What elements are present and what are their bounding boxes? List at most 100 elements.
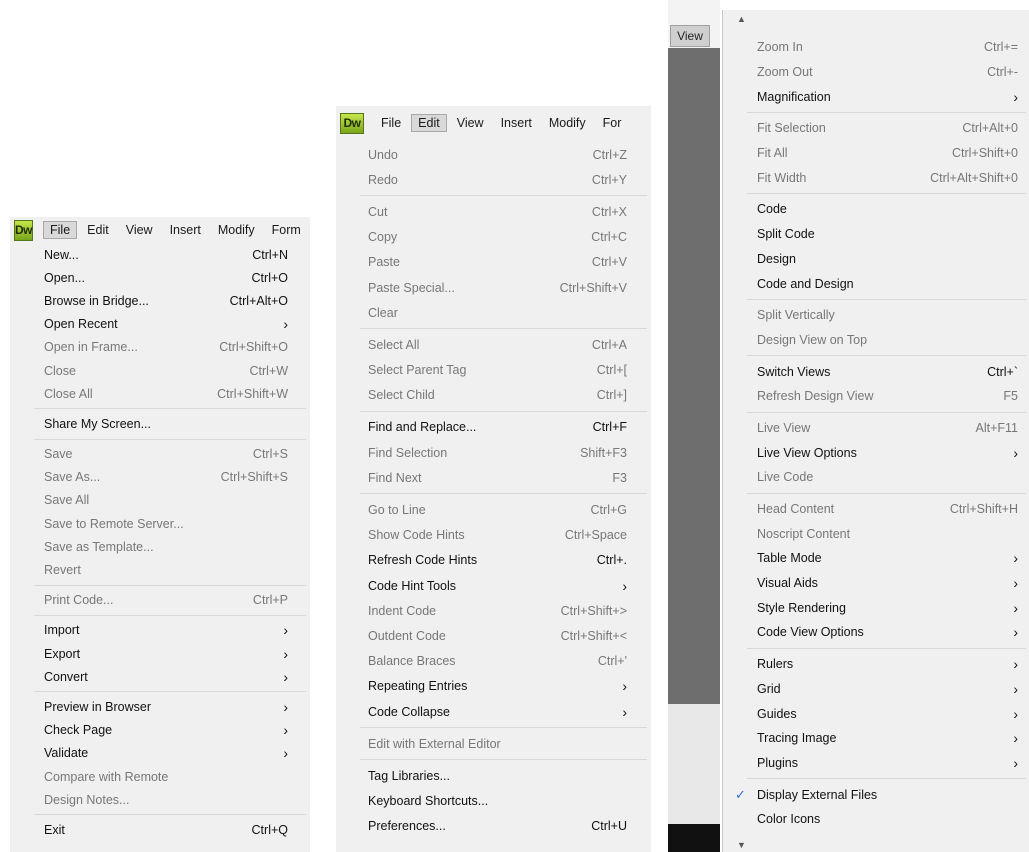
menu-item-table-mode[interactable]: Table Mode ›	[723, 546, 1029, 571]
menu-item-label: Select All	[368, 337, 420, 352]
menu-item-tag-libraries[interactable]: Tag Libraries...	[336, 763, 651, 788]
view-menubar-item[interactable]: View	[670, 25, 710, 47]
menu-item-select-all[interactable]: Select All Ctrl+A	[336, 332, 651, 357]
menu-item-preview-in-browser[interactable]: Preview in Browser ›	[10, 695, 310, 718]
menu-item-plugins[interactable]: Plugins ›	[723, 751, 1029, 776]
menu-item-noscript-content[interactable]: Noscript Content	[723, 521, 1029, 546]
menubar-item-file[interactable]: File	[374, 114, 408, 132]
menu-item-export[interactable]: Export ›	[10, 642, 310, 665]
menu-item-import[interactable]: Import ›	[10, 619, 310, 642]
menu-item-copy[interactable]: Copy Ctrl+C	[336, 225, 651, 250]
menu-item-select-child[interactable]: Select Child Ctrl+]	[336, 383, 651, 408]
menu-item-fit-selection[interactable]: Fit Selection Ctrl+Alt+0	[723, 116, 1029, 141]
menu-item-print-code[interactable]: Print Code... Ctrl+P	[10, 589, 310, 612]
menubar-item-view[interactable]: View	[119, 221, 160, 239]
menu-item-magnification[interactable]: Magnification ›	[723, 84, 1029, 109]
menu-item-check-page[interactable]: Check Page ›	[10, 719, 310, 742]
menu-item-redo[interactable]: Redo Ctrl+Y	[336, 167, 651, 192]
menu-item-code-and-design[interactable]: Code and Design	[723, 271, 1029, 296]
menu-item-design-view-on-top[interactable]: Design View on Top	[723, 328, 1029, 353]
menubar-item-for[interactable]: For	[596, 114, 629, 132]
menubar-item-edit[interactable]: Edit	[80, 221, 116, 239]
menu-item-clear[interactable]: Clear	[336, 300, 651, 325]
menu-item-refresh-code-hints[interactable]: Refresh Code Hints Ctrl+.	[336, 548, 651, 573]
menubar-item-edit[interactable]: Edit	[411, 114, 447, 132]
menu-item-save-to-remote-server[interactable]: Save to Remote Server...	[10, 512, 310, 535]
menu-item-find-next[interactable]: Find Next F3	[336, 465, 651, 490]
menu-item-code[interactable]: Code	[723, 197, 1029, 222]
menu-item-go-to-line[interactable]: Go to Line Ctrl+G	[336, 497, 651, 522]
submenu-chevron-right-icon: ›	[1013, 599, 1018, 616]
menu-item-live-view-options[interactable]: Live View Options ›	[723, 440, 1029, 465]
menu-item-code-hint-tools[interactable]: Code Hint Tools ›	[336, 573, 651, 598]
menu-item-style-rendering[interactable]: Style Rendering ›	[723, 595, 1029, 620]
menu-item-code-view-options[interactable]: Code View Options ›	[723, 620, 1029, 645]
menu-item-compare-with-remote[interactable]: Compare with Remote	[10, 765, 310, 788]
menu-item-browse-in-bridge[interactable]: Browse in Bridge... Ctrl+Alt+O	[10, 289, 310, 312]
menu-item-design-notes[interactable]: Design Notes...	[10, 788, 310, 811]
menu-item-fit-width[interactable]: Fit Width Ctrl+Alt+Shift+0	[723, 165, 1029, 190]
menubar-item-file[interactable]: File	[43, 221, 78, 239]
menu-item-indent-code[interactable]: Indent Code Ctrl+Shift+>	[336, 598, 651, 623]
menu-item-code-collapse[interactable]: Code Collapse ›	[336, 699, 651, 724]
menu-item-label: Live View Options	[757, 445, 857, 460]
menu-item-find-and-replace[interactable]: Find and Replace... Ctrl+F	[336, 415, 651, 440]
menu-item-exit[interactable]: Exit Ctrl+Q	[10, 818, 310, 841]
menu-item-head-content[interactable]: Head Content Ctrl+Shift+H	[723, 497, 1029, 522]
menu-item-share-my-screen[interactable]: Share My Screen...	[10, 412, 310, 435]
scroll-up-arrow-icon[interactable]: ▲	[737, 14, 746, 24]
menubar-item-insert[interactable]: Insert	[494, 114, 539, 132]
menu-item-tracing-image[interactable]: Tracing Image ›	[723, 726, 1029, 751]
menu-item-open-in-frame[interactable]: Open in Frame... Ctrl+Shift+O	[10, 336, 310, 359]
menu-item-save-all[interactable]: Save All	[10, 489, 310, 512]
menu-item-zoom-out[interactable]: Zoom Out Ctrl+-	[723, 60, 1029, 85]
menu-item-display-external-files[interactable]: ✓ Display External Files	[723, 782, 1029, 807]
menubar-item-view[interactable]: View	[450, 114, 491, 132]
menu-item-show-code-hints[interactable]: Show Code Hints Ctrl+Space	[336, 523, 651, 548]
menu-item-live-code[interactable]: Live Code	[723, 465, 1029, 490]
menu-item-edit-with-external-editor[interactable]: Edit with External Editor	[336, 731, 651, 756]
menu-item-grid[interactable]: Grid ›	[723, 677, 1029, 702]
menu-item-shortcut: Ctrl+G	[590, 503, 627, 518]
menu-item-validate[interactable]: Validate ›	[10, 742, 310, 765]
menu-item-save-as-template[interactable]: Save as Template...	[10, 535, 310, 558]
menu-item-outdent-code[interactable]: Outdent Code Ctrl+Shift+<	[336, 623, 651, 648]
menu-item-select-parent-tag[interactable]: Select Parent Tag Ctrl+[	[336, 358, 651, 383]
menu-item-close-all[interactable]: Close All Ctrl+Shift+W	[10, 382, 310, 405]
menu-item-save-as[interactable]: Save As... Ctrl+Shift+S	[10, 466, 310, 489]
menubar-item-form[interactable]: Form	[265, 221, 308, 239]
menu-item-revert[interactable]: Revert	[10, 558, 310, 581]
menubar-item-insert[interactable]: Insert	[163, 221, 208, 239]
menu-item-switch-views[interactable]: Switch Views Ctrl+`	[723, 359, 1029, 384]
menu-item-undo[interactable]: Undo Ctrl+Z	[336, 142, 651, 167]
menu-item-zoom-in[interactable]: Zoom In Ctrl+=	[723, 35, 1029, 60]
menu-item-split-code[interactable]: Split Code	[723, 222, 1029, 247]
menu-item-fit-all[interactable]: Fit All Ctrl+Shift+0	[723, 141, 1029, 166]
menu-item-refresh-design-view[interactable]: Refresh Design View F5	[723, 384, 1029, 409]
menu-item-color-icons[interactable]: Color Icons	[723, 807, 1029, 832]
menu-item-new[interactable]: New... Ctrl+N	[10, 243, 310, 266]
menu-item-repeating-entries[interactable]: Repeating Entries ›	[336, 674, 651, 699]
menu-item-visual-aids[interactable]: Visual Aids ›	[723, 571, 1029, 596]
menubar-item-modify[interactable]: Modify	[542, 114, 593, 132]
menubar-item-modify[interactable]: Modify	[211, 221, 262, 239]
menu-item-paste-special[interactable]: Paste Special... Ctrl+Shift+V	[336, 275, 651, 300]
menu-item-close[interactable]: Close Ctrl+W	[10, 359, 310, 382]
menu-item-rulers[interactable]: Rulers ›	[723, 652, 1029, 677]
menu-item-keyboard-shortcuts[interactable]: Keyboard Shortcuts...	[336, 789, 651, 814]
menu-item-preferences[interactable]: Preferences... Ctrl+U	[336, 814, 651, 839]
menu-item-convert[interactable]: Convert ›	[10, 665, 310, 688]
menu-item-balance-braces[interactable]: Balance Braces Ctrl+'	[336, 649, 651, 674]
menu-item-live-view[interactable]: Live View Alt+F11	[723, 416, 1029, 441]
menu-item-open[interactable]: Open... Ctrl+O	[10, 266, 310, 289]
menu-item-find-selection[interactable]: Find Selection Shift+F3	[336, 440, 651, 465]
menu-item-design[interactable]: Design	[723, 247, 1029, 272]
menu-item-split-vertically[interactable]: Split Vertically	[723, 303, 1029, 328]
file-menu-panel: Dw File Edit View Insert Modify Form New... Ctr…	[10, 217, 310, 852]
menu-item-guides[interactable]: Guides ›	[723, 701, 1029, 726]
menu-item-save[interactable]: Save Ctrl+S	[10, 443, 310, 466]
scroll-down-arrow-icon[interactable]: ▼	[737, 840, 746, 850]
menu-item-open-recent[interactable]: Open Recent ›	[10, 313, 310, 336]
menu-item-cut[interactable]: Cut Ctrl+X	[336, 199, 651, 224]
menu-item-paste[interactable]: Paste Ctrl+V	[336, 250, 651, 275]
